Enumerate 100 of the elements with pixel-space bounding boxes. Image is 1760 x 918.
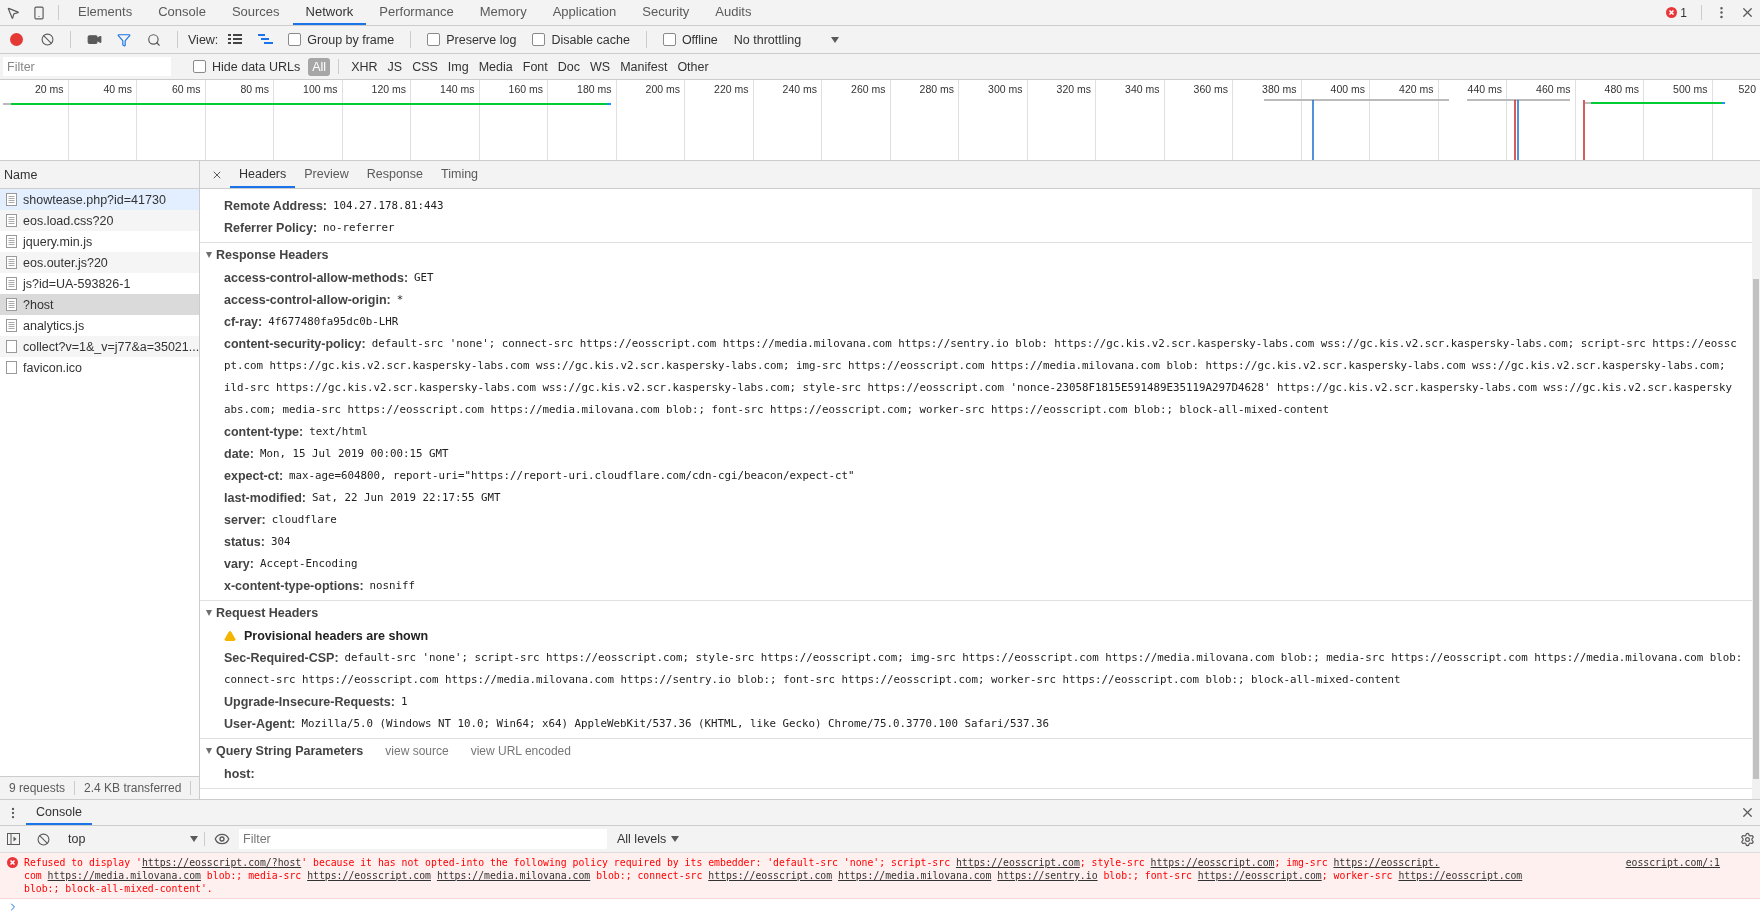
time-tick-label: 160 ms xyxy=(508,82,544,96)
throttling-dropdown[interactable]: No throttling xyxy=(727,32,846,47)
panel-tab[interactable]: Console xyxy=(145,0,219,25)
panel-tab[interactable]: Memory xyxy=(466,0,540,25)
type-filter-button[interactable]: XHR xyxy=(347,57,382,76)
header-value: Sat, 22 Jun 2019 22:17:55 GMT xyxy=(311,490,501,506)
context-dropdown[interactable]: top xyxy=(60,832,205,846)
url-link[interactable]: https://eosscript.com xyxy=(307,870,431,881)
header-name: expect-ct: xyxy=(224,468,284,485)
time-tick-label: 440 ms xyxy=(1467,82,1503,96)
panel-tab[interactable]: Elements xyxy=(65,0,146,25)
time-tick-label: 220 ms xyxy=(714,82,750,96)
type-filter-button[interactable]: WS xyxy=(586,57,615,76)
view-label: View: xyxy=(188,32,219,47)
time-tick-label: 340 ms xyxy=(1125,82,1161,96)
levels-dropdown[interactable]: All levels xyxy=(611,832,680,846)
header-value: no-referrer xyxy=(323,220,395,236)
section-toggle[interactable]: Request Headers xyxy=(206,606,319,620)
request-row[interactable]: collect?v=1&_v=j77&a=35021... xyxy=(0,336,199,357)
url-link[interactable]: https://eosscript.com xyxy=(955,857,1080,868)
time-tick-label: 120 ms xyxy=(371,82,407,96)
header-value: default-src 'none'; connect-src https://eosscript.com https://media.milovana.com https://sentry.io blob: https://gc.kis.v2.scr.kaspersky-labs.com wss://gc.kis.v2.scr.kaspersky-labs.com; script-src https://eossc xyxy=(371,336,1737,352)
header-value: Accept-Encoding xyxy=(259,556,358,572)
header-value: abs.com; media-src https://eosscript.com https://media.milovana.com blob:; font-src https://eosscript.com; worker-src https://eosscript.com blob:; block-all-mixed-content xyxy=(224,402,1331,418)
view-link[interactable]: view source xyxy=(385,744,449,758)
url-link[interactable]: https://eosscript. xyxy=(1333,857,1440,868)
filter-field[interactable]: Filter xyxy=(3,57,171,76)
url-link[interactable]: https://eosscript.com xyxy=(708,870,833,881)
record-button[interactable] xyxy=(10,33,23,46)
detail-tab[interactable]: Timing xyxy=(432,161,488,188)
console-error-message: Refused to display 'https://eosscript.com/?host' because it has not opted-into the following policy required by its embedder: 'default-src 'none'; script-src https://eosscript.com; style-src https://eosscript.com; img-src https://eosscript. xyxy=(24,856,1440,869)
error-icon xyxy=(1666,7,1678,18)
type-filter-button[interactable]: Doc xyxy=(553,57,584,76)
document-icon xyxy=(6,214,17,227)
header-name: access-control-allow-origin: xyxy=(224,292,391,309)
detail-tab[interactable]: Headers xyxy=(230,161,296,188)
document-icon xyxy=(6,256,17,269)
header-name: Sec-Required-CSP: xyxy=(224,650,339,667)
detail-tab[interactable]: Response xyxy=(357,161,432,188)
header-value: connect-src https://eosscript.com https://media.milovana.com https://sentry.io blob:; font-src https://eosscript.com; worker-src https://eosscript.com blob:; block-all-mixed-content xyxy=(224,672,1402,688)
checkbox-option[interactable]: Hide data URLs xyxy=(187,59,307,74)
time-tick-label: 40 ms xyxy=(103,82,133,96)
header-name: access-control-allow-methods: xyxy=(224,270,409,287)
panel-tab[interactable]: Sources xyxy=(218,0,293,25)
file-icon xyxy=(6,361,17,374)
request-row[interactable]: showtease.php?id=41730 xyxy=(0,189,199,210)
header-value: text/html xyxy=(309,424,368,440)
type-filter-button[interactable]: Other xyxy=(673,57,713,76)
request-row[interactable]: ?host xyxy=(0,294,199,315)
header-name: cf-ray: xyxy=(224,314,263,331)
time-tick-label: 480 ms xyxy=(1604,82,1640,96)
source-link[interactable]: eosscript.com/:1 xyxy=(1625,856,1720,869)
time-tick-label: 420 ms xyxy=(1399,82,1435,96)
url-link[interactable]: https://media.milovana.com xyxy=(436,870,591,881)
time-tick-label: 360 ms xyxy=(1193,82,1229,96)
type-filter-button[interactable]: JS xyxy=(383,57,407,76)
url-link[interactable]: https://sentry.io xyxy=(997,870,1098,881)
summary-text: 9 requests xyxy=(0,781,76,795)
url-link[interactable]: https://media.milovana.com xyxy=(838,870,992,881)
type-filter-button[interactable]: Media xyxy=(474,57,517,76)
checkbox-option[interactable]: Group by frame xyxy=(282,32,401,47)
url-link[interactable]: https://eosscript.com xyxy=(1150,857,1275,868)
time-tick-label: 520 xyxy=(1738,82,1757,96)
section-toggle[interactable]: Response Headers xyxy=(206,248,329,262)
request-row[interactable]: eos.load.css?20 xyxy=(0,210,199,231)
type-filter-button[interactable]: Manifest xyxy=(616,57,672,76)
checkbox-option[interactable]: Offline xyxy=(656,32,724,47)
type-filter-button[interactable]: Img xyxy=(443,57,473,76)
panel-tab[interactable]: Audits xyxy=(702,0,765,25)
panel-tab[interactable]: Security xyxy=(629,0,703,25)
header-name: Upgrade-Insecure-Requests: xyxy=(224,694,395,711)
header-value: default-src 'none'; script-src https://eosscript.com; style-src https://eosscript.com; img-src https://eosscript.com https://media.milovana.com blob:; media-src https://eosscript.com https://media.milovana.com blob: xyxy=(344,650,1743,666)
file-icon xyxy=(6,340,17,353)
panel-tab[interactable]: Performance xyxy=(366,0,467,25)
detail-tab[interactable]: Preview xyxy=(295,161,358,188)
checkbox-option[interactable]: Preserve log xyxy=(421,32,523,47)
url-link[interactable]: https://eosscript.com/?host xyxy=(141,857,302,868)
header-value: nosniff xyxy=(369,578,416,594)
view-link[interactable]: view URL encoded xyxy=(470,744,571,758)
url-link[interactable]: https://media.milovana.com xyxy=(47,870,201,881)
section-toggle[interactable]: Query String Parameters xyxy=(206,744,364,758)
header-name: status: xyxy=(224,534,265,551)
request-row[interactable]: eos.outer.js?20 xyxy=(0,252,199,273)
scrollbar[interactable] xyxy=(1752,189,1760,799)
error-count-button[interactable]: 1 xyxy=(1658,0,1695,25)
header-name: User-Agent: xyxy=(224,716,296,733)
time-tick-label: 100 ms xyxy=(303,82,339,96)
header-value: ild-src https://gc.kis.v2.scr.kaspersky-labs.com wss://gc.kis.v2.scr.kaspersky-labs.com; style-src https://eosscript.com 'nonce-23058F1815E591489E35119A297D4628' https://gc.kis.v2.scr.kaspersky-labs.com wss://gc.kis.v2.scr.kaspersky xyxy=(224,380,1734,396)
type-filter-button[interactable]: Font xyxy=(518,57,552,76)
header-value: Mon, 15 Jul 2019 00:00:15 GMT xyxy=(259,446,449,462)
checkbox-option[interactable]: Disable cache xyxy=(526,32,636,47)
console-filter-field[interactable]: Filter xyxy=(239,829,607,849)
time-tick-label: 300 ms xyxy=(988,82,1024,96)
header-value: 304 xyxy=(271,534,291,550)
url-link[interactable]: https://eosscript.com xyxy=(1197,870,1322,881)
column-header[interactable]: Name xyxy=(4,167,38,182)
type-filter-button[interactable]: CSS xyxy=(408,57,442,76)
header-name: server: xyxy=(224,512,266,529)
url-link[interactable]: https://eosscript.com xyxy=(1398,870,1523,881)
panel-tab[interactable]: Application xyxy=(539,0,630,25)
